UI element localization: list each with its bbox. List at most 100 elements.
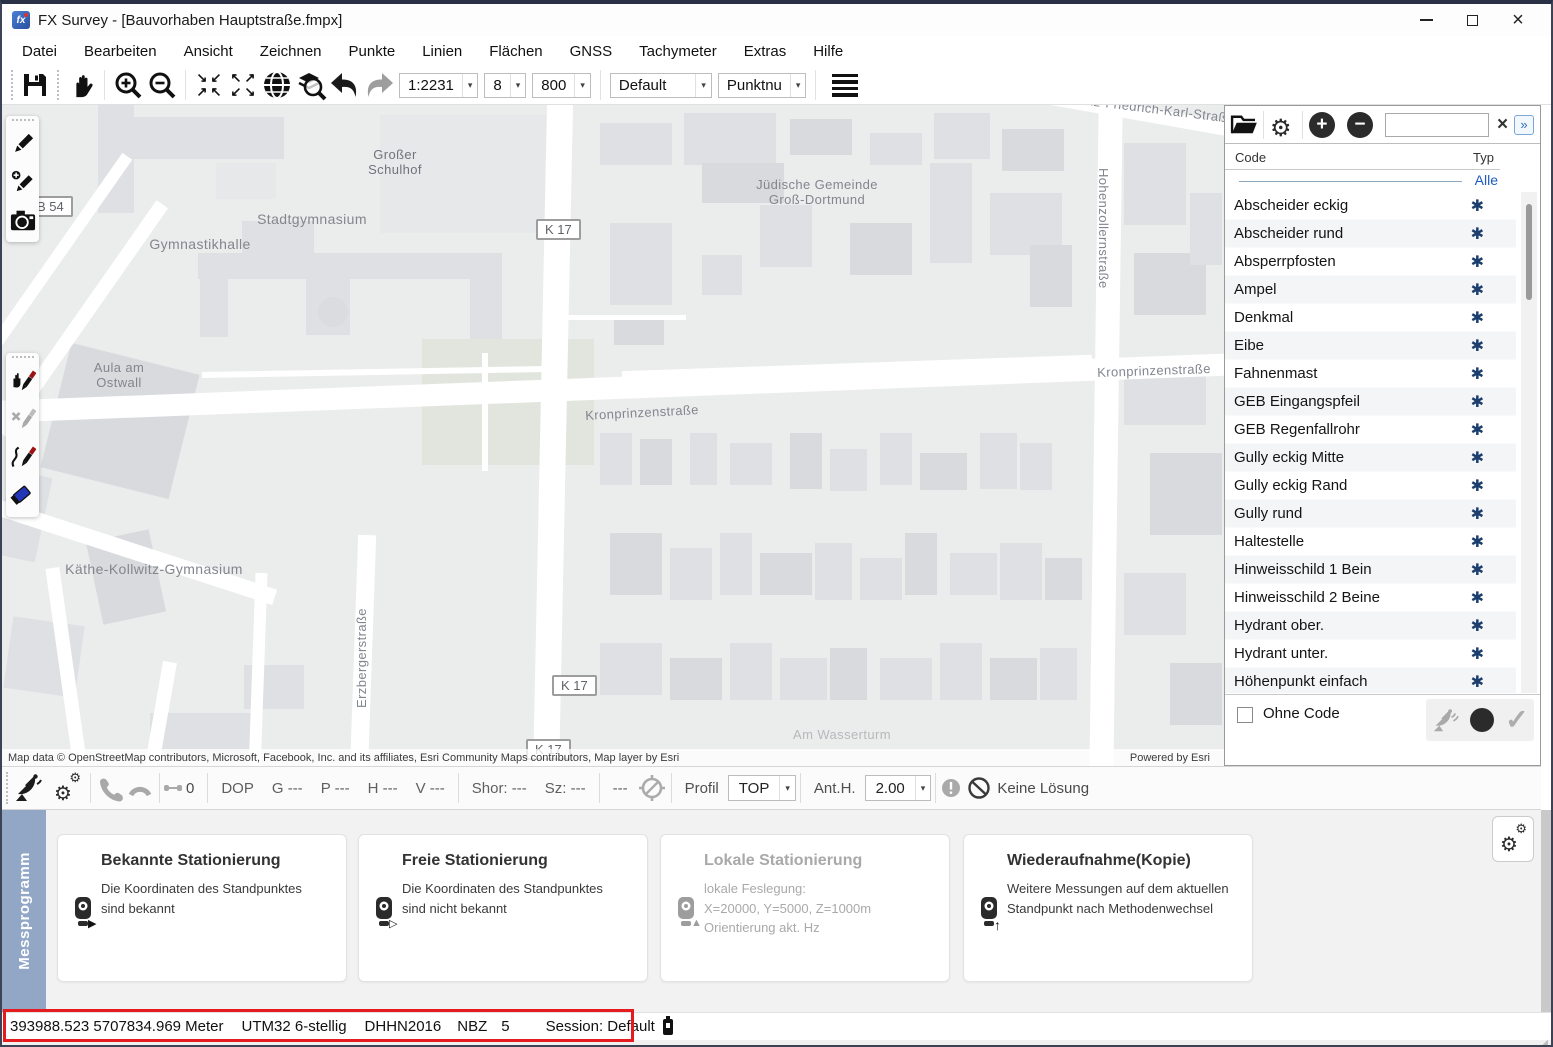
menu-gnss[interactable]: GNSS: [570, 43, 613, 60]
bottom-area-scrollbar[interactable]: [1541, 810, 1551, 1012]
pan-button[interactable]: [64, 68, 98, 102]
measure-hand-tool-button[interactable]: [9, 365, 37, 397]
code-row[interactable]: GEB Eingangspfeil ✱: [1225, 388, 1516, 416]
card-freie-stationierung[interactable]: Freie Stationierung Die Koordinaten des …: [358, 834, 648, 982]
menu-flaechen[interactable]: Flächen: [489, 43, 542, 60]
photo-tool-button[interactable]: [9, 204, 37, 236]
gnss-receiver-icon[interactable]: [14, 772, 44, 804]
add-code-button[interactable]: +: [1303, 109, 1341, 141]
measure-point-button[interactable]: [1470, 708, 1495, 732]
undo-button[interactable]: [328, 68, 362, 102]
zoom-level-dropdown[interactable]: 800 ▾: [532, 72, 591, 98]
maximize-button[interactable]: [1449, 4, 1495, 36]
palette-drag-handle2[interactable]: [11, 356, 34, 359]
world-view-button[interactable]: [260, 68, 294, 102]
menu-hilfe[interactable]: Hilfe: [813, 43, 843, 60]
code-row[interactable]: Abscheider rund ✱: [1225, 220, 1516, 248]
menu-punkte[interactable]: Punkte: [349, 43, 396, 60]
resize-grip[interactable]: ◢: [1540, 1039, 1548, 1046]
save-button[interactable]: [18, 68, 52, 102]
delete-measure-tool-button[interactable]: [9, 403, 37, 435]
layer-zoom-button[interactable]: [294, 68, 328, 102]
column-code[interactable]: Code: [1235, 150, 1266, 165]
menu-extras[interactable]: Extras: [744, 43, 787, 60]
area-settings-button[interactable]: ⚙ ⚙: [1492, 816, 1534, 862]
minimize-button[interactable]: [1403, 4, 1449, 36]
list-menu-button[interactable]: [832, 73, 859, 97]
code-row[interactable]: Hydrant ober. ✱: [1225, 612, 1516, 640]
zoom-to-selection-button[interactable]: ↘ ↙ ↗ ↖: [192, 68, 226, 102]
code-row[interactable]: Eibe ✱: [1225, 332, 1516, 360]
tab-messprogramm[interactable]: Messprogramm: [2, 810, 46, 1012]
toolbar-drag-handle2[interactable]: [57, 70, 59, 100]
zoom-out-button[interactable]: [145, 68, 179, 102]
zoom-in-button[interactable]: [111, 68, 145, 102]
menu-datei[interactable]: Datei: [22, 43, 57, 60]
code-row[interactable]: Gully rund ✱: [1225, 500, 1516, 528]
chevron-down-icon[interactable]: ▾: [779, 776, 795, 800]
chevron-down-icon[interactable]: ▾: [461, 73, 478, 97]
codelist-settings-button[interactable]: ⚙: [1264, 109, 1302, 141]
code-filter-input[interactable]: [1239, 181, 1462, 182]
map-canvas[interactable]: Großer Schulhof Stadtgymnasium Gymnastik…: [2, 105, 1224, 766]
phone-icon[interactable]: [95, 773, 125, 803]
scrollbar-thumb[interactable]: [1526, 204, 1532, 300]
menu-tachymeter[interactable]: Tachymeter: [639, 43, 717, 60]
gnss-bar-drag-handle[interactable]: [6, 772, 8, 804]
close-button[interactable]: ×: [1495, 4, 1541, 36]
code-row[interactable]: Denkmal ✱: [1225, 304, 1516, 332]
remove-code-button[interactable]: −: [1341, 109, 1379, 141]
menu-ansicht[interactable]: Ansicht: [184, 43, 233, 60]
zoom-extents-button[interactable]: ↖ ↗ ↙ ↘: [226, 68, 260, 102]
code-row[interactable]: Gully eckig Mitte ✱: [1225, 444, 1516, 472]
chevron-down-icon[interactable]: ▾: [695, 73, 711, 97]
expand-panel-button[interactable]: »: [1514, 114, 1535, 135]
edit-tool-button[interactable]: [9, 128, 37, 160]
menu-bearbeiten[interactable]: Bearbeiten: [84, 43, 157, 60]
card-wiederaufnahme[interactable]: Wiederaufnahme(Kopie) Weitere Messungen …: [963, 834, 1253, 982]
gnss-antenna-icon[interactable]: [1431, 706, 1460, 734]
card-bekannte-stationierung[interactable]: Bekannte Stationierung Die Koordinaten d…: [57, 834, 347, 982]
code-row[interactable]: Absperrpfosten ✱: [1225, 248, 1516, 276]
confirm-check-icon[interactable]: ✓: [1505, 706, 1528, 734]
column-typ[interactable]: Typ: [1473, 150, 1494, 165]
scale-dropdown[interactable]: 1:2231 ▾: [399, 72, 479, 98]
code-row[interactable]: Hinweisschild 2 Beine ✱: [1225, 584, 1516, 612]
chevron-down-icon[interactable]: ▾: [789, 73, 806, 97]
target-icon[interactable]: [637, 773, 667, 803]
code-row[interactable]: Abscheider eckig ✱: [1225, 192, 1516, 220]
palette-drag-handle[interactable]: [11, 119, 34, 122]
code-row[interactable]: GEB Regenfallrohr ✱: [1225, 416, 1516, 444]
redo-button[interactable]: [362, 68, 396, 102]
chevron-down-icon[interactable]: ▾: [914, 776, 931, 800]
typ-filter-alle[interactable]: Alle: [1475, 172, 1498, 188]
clear-search-icon[interactable]: ×: [1497, 115, 1508, 134]
toolbar-drag-handle[interactable]: [11, 70, 13, 100]
code-row[interactable]: Haltestelle ✱: [1225, 528, 1516, 556]
code-row[interactable]: Fahnenmast ✱: [1225, 360, 1516, 388]
open-codelist-button[interactable]: [1225, 109, 1263, 141]
menu-linien[interactable]: Linien: [422, 43, 462, 60]
profil-dropdown[interactable]: TOP ▾: [727, 775, 796, 801]
menu-zeichnen[interactable]: Zeichnen: [260, 43, 322, 60]
code-row[interactable]: Hinweisschild 1 Bein ✱: [1225, 556, 1516, 584]
code-row[interactable]: Ampel ✱: [1225, 276, 1516, 304]
freehand-tool-button[interactable]: [9, 441, 37, 473]
chevron-down-icon[interactable]: ▾: [574, 73, 590, 97]
eraser-tool-button[interactable]: [9, 479, 37, 511]
code-row[interactable]: Höhenpunkt einfach ✱: [1225, 668, 1516, 693]
code-search-input[interactable]: [1384, 112, 1489, 137]
instrument-settings-button[interactable]: ⚙ ⚙: [54, 771, 81, 804]
typ-asterisk-icon: ✱: [1470, 282, 1484, 299]
code-list-scrollbar[interactable]: [1521, 192, 1537, 693]
style-dropdown[interactable]: Default ▾: [609, 72, 712, 98]
point-numbering-dropdown[interactable]: Punktnu ▾: [717, 72, 807, 98]
headset-icon[interactable]: [125, 775, 155, 801]
snap-dropdown[interactable]: 8 ▾: [484, 72, 527, 98]
antenna-height-dropdown[interactable]: 2.00 ▾: [864, 775, 932, 801]
add-point-tool-button[interactable]: [9, 166, 37, 198]
ohne-code-checkbox[interactable]: [1237, 707, 1253, 723]
code-row[interactable]: Gully eckig Rand ✱: [1225, 472, 1516, 500]
code-row[interactable]: Hydrant unter. ✱: [1225, 640, 1516, 668]
chevron-down-icon[interactable]: ▾: [509, 73, 526, 97]
